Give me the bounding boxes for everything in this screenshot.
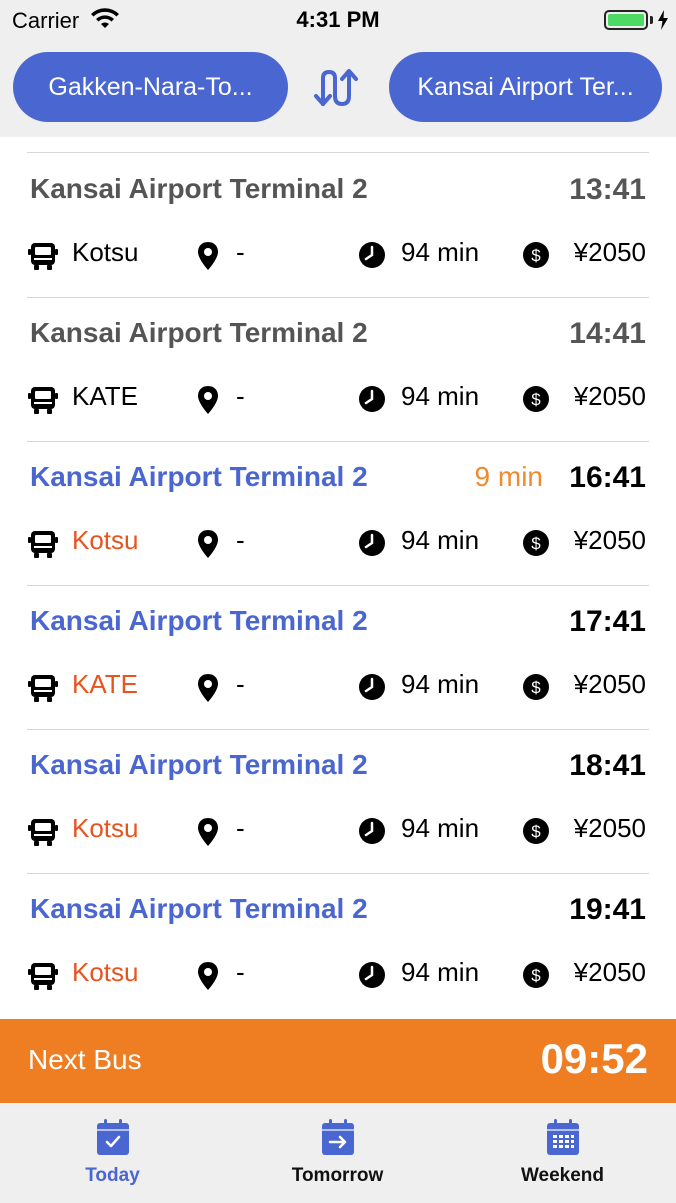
clock-icon <box>359 386 385 412</box>
operator-label: Kotsu <box>72 237 139 267</box>
stop-label: - <box>236 957 245 987</box>
svg-text:$: $ <box>531 390 541 409</box>
next-bus-bar: Next Bus 09:52 <box>0 1019 676 1103</box>
tab-tomorrow[interactable]: Tomorrow <box>225 1103 450 1203</box>
svg-text:$: $ <box>531 966 541 985</box>
clock-icon <box>359 530 385 556</box>
tab-weekend[interactable]: Weekend <box>450 1103 675 1203</box>
tab-today[interactable]: Today <box>0 1103 225 1203</box>
stop-label: - <box>236 813 245 843</box>
departure-time: 16:41 <box>569 461 646 494</box>
bus-icon <box>28 243 58 270</box>
fare-label: ¥2050 <box>573 525 646 555</box>
location-pin-icon <box>198 674 218 702</box>
clock-icon <box>359 674 385 700</box>
departure-time: 19:41 <box>569 893 646 926</box>
battery-icon <box>604 10 648 30</box>
duration-label: 94 min <box>401 957 480 987</box>
calendar-check-icon <box>96 1119 129 1155</box>
operator-label: Kotsu <box>72 957 139 987</box>
clock-icon <box>359 818 385 844</box>
svg-text:$: $ <box>531 246 541 265</box>
duration-label: 94 min <box>401 813 480 843</box>
clock-icon <box>359 962 385 988</box>
tab-label: Today <box>85 1165 140 1186</box>
departure-time: 17:41 <box>569 605 646 638</box>
stop-label: - <box>236 381 245 411</box>
operator-label: KATE <box>72 381 138 411</box>
calendar-arrow-icon <box>321 1119 354 1155</box>
svg-text:$: $ <box>531 534 541 553</box>
battery-level <box>608 14 644 26</box>
calendar-grid-icon <box>546 1119 579 1155</box>
dollar-icon: $ <box>523 242 549 268</box>
destination-label: Kansai Airport Terminal 2 <box>30 173 368 204</box>
bus-icon <box>28 963 58 990</box>
fare-label: ¥2050 <box>573 237 646 267</box>
countdown-label: 9 min <box>474 461 543 492</box>
dollar-icon: $ <box>523 962 549 988</box>
duration-label: 94 min <box>401 381 480 411</box>
bus-icon <box>28 387 58 414</box>
next-bus-countdown: 09:52 <box>540 1035 648 1082</box>
stop-label: - <box>236 237 245 267</box>
bus-icon <box>28 819 58 846</box>
fare-label: ¥2050 <box>573 813 646 843</box>
operator-label: Kotsu <box>72 813 139 843</box>
departure-row[interactable]: Kansai Airport Terminal 2 17:41 KATE - 9… <box>0 585 676 729</box>
next-bus-label: Next Bus <box>28 1044 142 1075</box>
fare-label: ¥2050 <box>573 957 646 987</box>
destination-label: Kansai Airport Terminal 2 <box>30 605 368 636</box>
bus-icon <box>28 531 58 558</box>
location-pin-icon <box>198 242 218 270</box>
duration-label: 94 min <box>401 237 480 267</box>
departure-row[interactable]: Kansai Airport Terminal 2 13:41 Kotsu - … <box>0 153 676 297</box>
departure-row[interactable]: Kansai Airport Terminal 2 14:41 KATE - 9… <box>0 297 676 441</box>
status-bar: Carrier 4:31 PM <box>0 0 676 40</box>
battery-tip <box>650 16 653 24</box>
location-pin-icon <box>198 530 218 558</box>
origin-station-button[interactable]: Gakken-Nara-To... <box>13 52 288 122</box>
dollar-icon: $ <box>523 530 549 556</box>
duration-label: 94 min <box>401 525 480 555</box>
route-header: Gakken-Nara-To... Kansai Airport Ter... <box>0 40 676 137</box>
dollar-icon: $ <box>523 674 549 700</box>
tab-label: Weekend <box>520 1165 605 1186</box>
charging-bolt-icon <box>658 10 668 30</box>
stop-label: - <box>236 525 245 555</box>
fare-label: ¥2050 <box>573 381 646 411</box>
location-pin-icon <box>198 386 218 414</box>
destination-label: Kansai Airport Terminal 2 <box>30 461 368 492</box>
clock-time: 4:31 PM <box>296 7 380 32</box>
dollar-icon: $ <box>523 386 549 412</box>
svg-text:$: $ <box>531 678 541 697</box>
stop-label: - <box>236 669 245 699</box>
swap-icon[interactable] <box>313 66 363 110</box>
tab-bar: Today Tomorrow Weekend <box>0 1103 676 1203</box>
destination-label: Kansai Airport Terminal 2 <box>30 749 368 780</box>
destination-label: Kansai Airport Terminal 2 <box>30 893 368 924</box>
departure-list[interactable]: Kansai Airport Terminal 2 13:41 Kotsu - … <box>0 137 676 1019</box>
operator-label: Kotsu <box>72 525 139 555</box>
destination-station-button[interactable]: Kansai Airport Ter... <box>389 52 662 122</box>
svg-text:$: $ <box>531 822 541 841</box>
location-pin-icon <box>198 818 218 846</box>
bus-icon <box>28 675 58 702</box>
departure-row[interactable]: Kansai Airport Terminal 2 19:41 Kotsu - … <box>0 873 676 1017</box>
departure-row[interactable]: Kansai Airport Terminal 2 9 min 16:41 Ko… <box>0 441 676 585</box>
clock-icon <box>359 242 385 268</box>
departure-row[interactable]: Kansai Airport Terminal 2 18:41 Kotsu - … <box>0 729 676 873</box>
fare-label: ¥2050 <box>573 669 646 699</box>
location-pin-icon <box>198 962 218 990</box>
duration-label: 94 min <box>401 669 480 699</box>
departure-time: 13:41 <box>569 173 646 206</box>
dollar-icon: $ <box>523 818 549 844</box>
departure-time: 18:41 <box>569 749 646 782</box>
operator-label: KATE <box>72 669 138 699</box>
destination-label: Kansai Airport Terminal 2 <box>30 317 368 348</box>
departure-time: 14:41 <box>569 317 646 350</box>
tab-label: Tomorrow <box>291 1165 384 1186</box>
